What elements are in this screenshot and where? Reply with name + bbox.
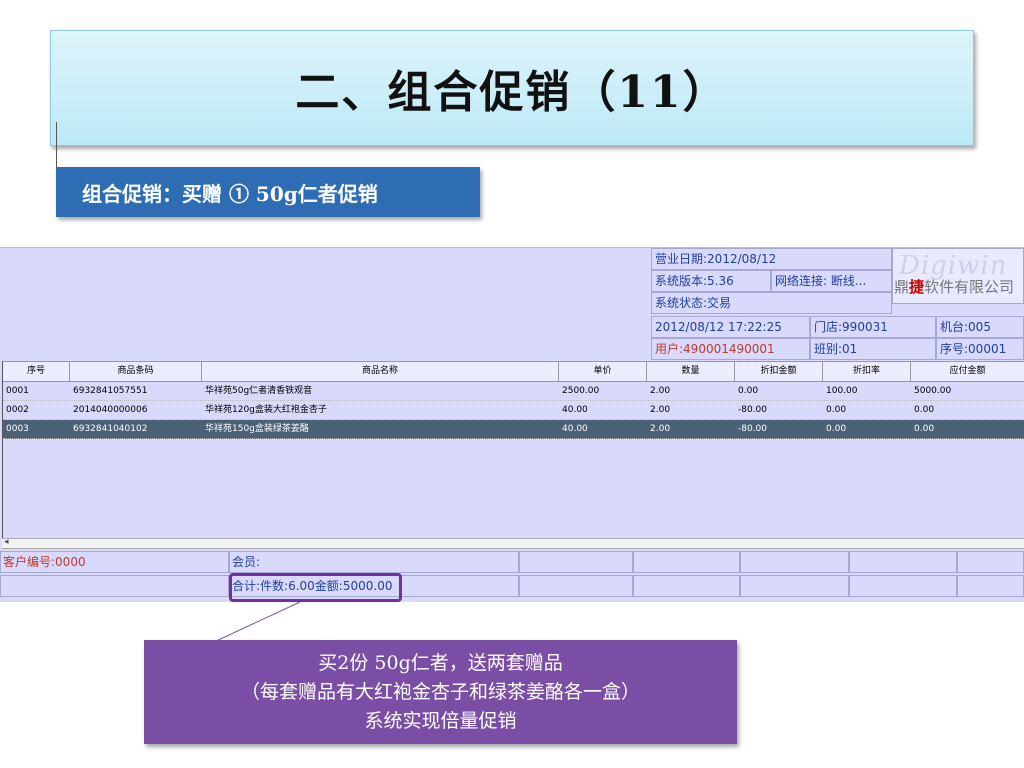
- store-id: 门店:990031: [810, 316, 936, 338]
- callout-line-3: 系统实现倍量促销: [364, 709, 517, 732]
- footer-cell: [633, 575, 740, 597]
- user-id: 用户:490001490001: [651, 338, 810, 360]
- table-row-selected[interactable]: 0003 6932841040102 华祥苑150g盒装绿茶姜酪 40.00 2…: [3, 420, 1024, 439]
- slide-subtitle: 组合促销：买赠 ① 50g仁者促销: [56, 167, 480, 217]
- cell-qty: 2.00: [650, 386, 671, 396]
- cell-seq: 0001: [6, 386, 29, 396]
- cell-rate: 0.00: [826, 405, 847, 415]
- cell-rate: 0.00: [826, 424, 847, 434]
- datetime: 2012/08/12 17:22:25: [651, 316, 810, 338]
- cell-price: 40.00: [562, 405, 588, 415]
- footer-cell: [519, 551, 633, 573]
- cell-discount: -80.00: [738, 424, 768, 434]
- cell-discount: -80.00: [738, 405, 768, 415]
- business-date: 营业日期:2012/08/12: [651, 248, 892, 270]
- callout-box: 买2份 50g仁者，送两套赠品 （每套赠品有大红袍金杏子和绿茶姜酪各一盒） 系统…: [144, 640, 737, 744]
- cell-seq: 0003: [6, 424, 29, 434]
- col-name[interactable]: 商品名称: [202, 362, 559, 381]
- table-row[interactable]: 0002 2014040000006 华祥苑120g盒装大红袍金杏子 40.00…: [3, 401, 1024, 420]
- cell-payable: 5000.00: [914, 386, 952, 396]
- cell-price: 40.00: [562, 424, 588, 434]
- total-highlight-frame: [229, 573, 402, 602]
- cell-qty: 2.00: [650, 405, 671, 415]
- table-header: 序号 商品条码 商品名称 单价 数量 折扣金额 折扣率 应付金额: [3, 361, 1024, 382]
- items-table: 序号 商品条码 商品名称 单价 数量 折扣金额 折扣率 应付金额 0001 69…: [2, 361, 1024, 541]
- col-barcode[interactable]: 商品条码: [70, 362, 202, 381]
- footer-cell: [633, 551, 740, 573]
- table-row[interactable]: 0001 6932841057551 华祥苑50g仁者清香铁观音 2500.00…: [3, 382, 1024, 401]
- info-panel: 营业日期:2012/08/12 系统版本:5.36 网络连接: 断线... 系统…: [651, 248, 1024, 360]
- shift: 班别:01: [810, 338, 936, 360]
- col-rate[interactable]: 折扣率: [823, 362, 911, 381]
- footer-cell: [740, 551, 849, 573]
- horizontal-scrollbar[interactable]: ◂: [2, 537, 1024, 549]
- scroll-left-icon[interactable]: ◂: [4, 537, 9, 547]
- system-status: 系统状态:交易: [651, 292, 892, 314]
- footer-cell: [849, 575, 957, 597]
- cell-discount: 0.00: [738, 386, 759, 396]
- callout-line-1: 买2份 50g仁者，送两套赠品: [318, 651, 563, 674]
- slide-title: 二、组合促销（11）: [295, 67, 729, 118]
- footer-cell: [957, 551, 1024, 573]
- cell-payable: 0.00: [914, 424, 935, 434]
- cell-name: 华祥苑120g盒装大红袍金杏子: [205, 405, 327, 415]
- footer-cell: [957, 575, 1024, 597]
- cell-rate: 100.00: [826, 386, 858, 396]
- col-seq[interactable]: 序号: [3, 362, 70, 381]
- company-name: 鼎捷软件有限公司: [894, 278, 1015, 296]
- slide-title-box: 二、组合促销（11）: [50, 30, 974, 146]
- footer-cell: [0, 575, 229, 597]
- cell-barcode: 6932841057551: [73, 386, 148, 396]
- machine-id: 机台:005: [936, 316, 1024, 338]
- footer-panel: 客户编号:0000 会员: 合计:件数:6.00金额:5000.00: [0, 551, 1024, 599]
- col-discount[interactable]: 折扣金额: [735, 362, 823, 381]
- company-logo: Digiwin 鼎捷软件有限公司: [892, 248, 1024, 304]
- col-price[interactable]: 单价: [559, 362, 647, 381]
- col-payable[interactable]: 应付金额: [911, 362, 1024, 381]
- cell-name: 华祥苑50g仁者清香铁观音: [205, 386, 313, 396]
- connector-line: [56, 122, 57, 168]
- footer-cell: [519, 575, 633, 597]
- cell-name: 华祥苑150g盒装绿茶姜酪: [205, 424, 309, 434]
- cell-payable: 0.00: [914, 405, 935, 415]
- col-qty[interactable]: 数量: [647, 362, 735, 381]
- network-status: 网络连接: 断线...: [771, 270, 892, 292]
- cell-price: 2500.00: [562, 386, 600, 396]
- footer-cell: [849, 551, 957, 573]
- system-version: 系统版本:5.36: [651, 270, 771, 292]
- member-field: 会员:: [229, 551, 519, 573]
- cell-seq: 0002: [6, 405, 29, 415]
- cell-barcode: 2014040000006: [73, 405, 148, 415]
- footer-cell: [740, 575, 849, 597]
- customer-id: 客户编号:0000: [0, 551, 229, 573]
- cell-qty: 2.00: [650, 424, 671, 434]
- cell-barcode: 6932841040102: [73, 424, 148, 434]
- pos-window: 营业日期:2012/08/12 系统版本:5.36 网络连接: 断线... 系统…: [0, 247, 1024, 602]
- serial-number: 序号:00001: [936, 338, 1024, 360]
- callout-line-2: （每套赠品有大红袍金杏子和绿茶姜酪各一盒）: [240, 680, 640, 703]
